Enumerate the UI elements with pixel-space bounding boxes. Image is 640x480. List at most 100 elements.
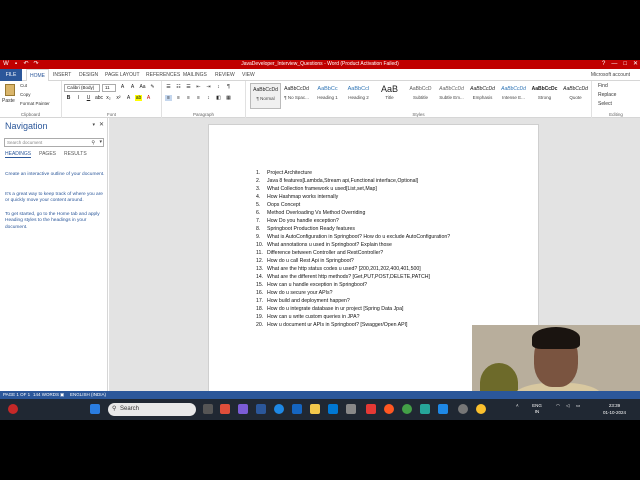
bold-icon[interactable]: B: [65, 95, 72, 101]
search-input[interactable]: Search document ⚲ ▾: [4, 138, 104, 147]
tray-chevron-icon[interactable]: ˄: [516, 403, 519, 409]
tab-design[interactable]: DESIGN: [76, 69, 101, 81]
volume-icon[interactable]: ◁: [566, 403, 569, 409]
dropbox-icon[interactable]: [328, 404, 338, 414]
settings-icon[interactable]: [458, 404, 468, 414]
superscript-icon[interactable]: x²: [115, 95, 122, 101]
notification-icon[interactable]: [8, 404, 18, 414]
style-emphasis[interactable]: AaBbCcDd Emphasis: [467, 83, 498, 109]
numbering-icon[interactable]: ☷: [175, 84, 182, 90]
show-marks-icon[interactable]: ¶: [225, 84, 232, 90]
wifi-icon[interactable]: ◠: [556, 403, 560, 409]
question-item[interactable]: 14. What are the different http methods? …: [256, 273, 450, 281]
vscode-icon[interactable]: [438, 404, 448, 414]
question-item[interactable]: 4. How Hashmap works internally: [256, 193, 450, 201]
question-item[interactable]: 3. What Collection framework u used[List,…: [256, 185, 450, 193]
style-intense-emphasis[interactable]: AaBbCcDd Intense E...: [498, 83, 529, 109]
taskbar-search[interactable]: ⚲ Search: [108, 403, 196, 416]
copy-button[interactable]: Copy: [20, 92, 31, 97]
sort-icon[interactable]: ↕: [215, 84, 222, 90]
style-normal[interactable]: AaBbCcDd ¶ Normal: [250, 83, 281, 109]
teams-icon[interactable]: [238, 404, 248, 414]
pane-options-icon[interactable]: ▾: [92, 122, 95, 128]
underline-icon[interactable]: U: [85, 95, 92, 101]
style-subtitle[interactable]: AaBbCcD Subtitle: [405, 83, 436, 109]
chevron-down-icon[interactable]: ▾: [99, 139, 102, 146]
font-size-select[interactable]: 11: [102, 84, 116, 92]
app-icon[interactable]: [366, 404, 376, 414]
tab-review[interactable]: REVIEW: [212, 69, 238, 81]
page-count[interactable]: PAGE 1 OF 1: [3, 391, 30, 399]
font-name-select[interactable]: Calibri (Body): [64, 84, 100, 92]
align-right-icon[interactable]: ≡: [185, 95, 192, 101]
tab-references[interactable]: REFERENCES: [143, 69, 183, 81]
style-subtle-emphasis[interactable]: AaBbCcDd Subtle Em...: [436, 83, 467, 109]
account-link[interactable]: Microsoft account: [591, 69, 630, 81]
question-item[interactable]: 5. Oops Concept: [256, 201, 450, 209]
paste-button[interactable]: Paste: [2, 98, 15, 104]
style-no-spacing[interactable]: AaBbCcDd ¶ No Spac...: [281, 83, 312, 109]
question-item[interactable]: 19. How can u write custom queries in JPA…: [256, 313, 450, 321]
tab-pages[interactable]: PAGES: [39, 151, 56, 158]
question-item[interactable]: 20. How u document ur APIs in Springboot?…: [256, 321, 450, 329]
style-strong[interactable]: AaBbCcDc Strong: [529, 83, 560, 109]
tab-headings[interactable]: HEADINGS: [5, 151, 32, 158]
find-button[interactable]: Find: [598, 83, 608, 89]
tab-insert[interactable]: INSERT: [50, 69, 74, 81]
select-button[interactable]: Select: [598, 101, 612, 107]
tab-home[interactable]: HOME: [26, 69, 49, 81]
justify-icon[interactable]: ≡: [195, 95, 202, 101]
question-item[interactable]: 1. Project Architecture: [256, 169, 450, 177]
subscript-icon[interactable]: x₂: [105, 95, 112, 101]
tab-page-layout[interactable]: PAGE LAYOUT: [102, 69, 143, 81]
question-item[interactable]: 6. Method Overloading Vs Method Overridin…: [256, 209, 450, 217]
question-item[interactable]: 16. How do u secure your APIs?: [256, 289, 450, 297]
language-indicator[interactable]: ENGLISH (INDIA): [70, 391, 106, 399]
text-effects-icon[interactable]: A: [125, 95, 132, 101]
question-item[interactable]: 2. Java 8 features[Lambda,Stream api,Func…: [256, 177, 450, 185]
multilevel-list-icon[interactable]: ☰: [185, 84, 192, 90]
line-spacing-icon[interactable]: ↕: [205, 95, 212, 101]
app-icon[interactable]: [220, 404, 230, 414]
app-icon[interactable]: [420, 404, 430, 414]
align-left-icon[interactable]: ≡: [165, 95, 172, 101]
question-item[interactable]: 11. Difference between Controller and Res…: [256, 249, 450, 257]
question-item[interactable]: 18. How do u integrate database in ur pro…: [256, 305, 450, 313]
question-item[interactable]: 17. How build and deployment happen?: [256, 297, 450, 305]
bullets-icon[interactable]: ☰: [165, 84, 172, 90]
close-icon[interactable]: ✕: [99, 121, 104, 128]
shrink-font-icon[interactable]: A: [129, 84, 136, 90]
edge-icon[interactable]: [274, 404, 284, 414]
style-title[interactable]: AaB Title: [374, 83, 405, 109]
question-item[interactable]: 7. How Do you handle exception?: [256, 217, 450, 225]
app-icon[interactable]: [402, 404, 412, 414]
tab-file[interactable]: FILE: [0, 69, 22, 81]
question-item[interactable]: 12. How do u call Rest Api in Springboot?: [256, 257, 450, 265]
tab-mailings[interactable]: MAILINGS: [180, 69, 210, 81]
italic-icon[interactable]: I: [75, 95, 82, 101]
opera-icon[interactable]: [384, 404, 394, 414]
question-item[interactable]: 8. Springboot Production Ready features: [256, 225, 450, 233]
font-color-icon[interactable]: A: [145, 95, 152, 101]
minimize-button[interactable]: —: [611, 60, 617, 69]
close-button[interactable]: ✕: [633, 60, 638, 69]
maximize-button[interactable]: □: [623, 60, 627, 69]
question-item[interactable]: 15. How can u handle exception in Springb…: [256, 281, 450, 289]
grow-font-icon[interactable]: A: [119, 84, 126, 90]
clock[interactable]: 23:39 01-10-2024: [603, 402, 626, 416]
question-item[interactable]: 13. What are the http status codes u used…: [256, 265, 450, 273]
word-taskbar-icon[interactable]: [256, 404, 266, 414]
paste-icon[interactable]: [5, 84, 15, 96]
align-center-icon[interactable]: ≡: [175, 95, 182, 101]
borders-icon[interactable]: ▦: [225, 95, 232, 101]
decrease-indent-icon[interactable]: ⇤: [195, 84, 202, 90]
proofing-icon[interactable]: ▣: [60, 391, 64, 399]
search-icon[interactable]: ⚲: [91, 140, 95, 147]
tab-view[interactable]: VIEW: [239, 69, 258, 81]
question-item[interactable]: 9. What is AutoConfiguration in Springboo…: [256, 233, 450, 241]
cut-button[interactable]: Cut: [20, 83, 27, 88]
shading-icon[interactable]: ◧: [215, 95, 222, 101]
app-icon[interactable]: [292, 404, 302, 414]
replace-button[interactable]: Replace: [598, 92, 616, 98]
help-button[interactable]: ?: [602, 60, 605, 69]
